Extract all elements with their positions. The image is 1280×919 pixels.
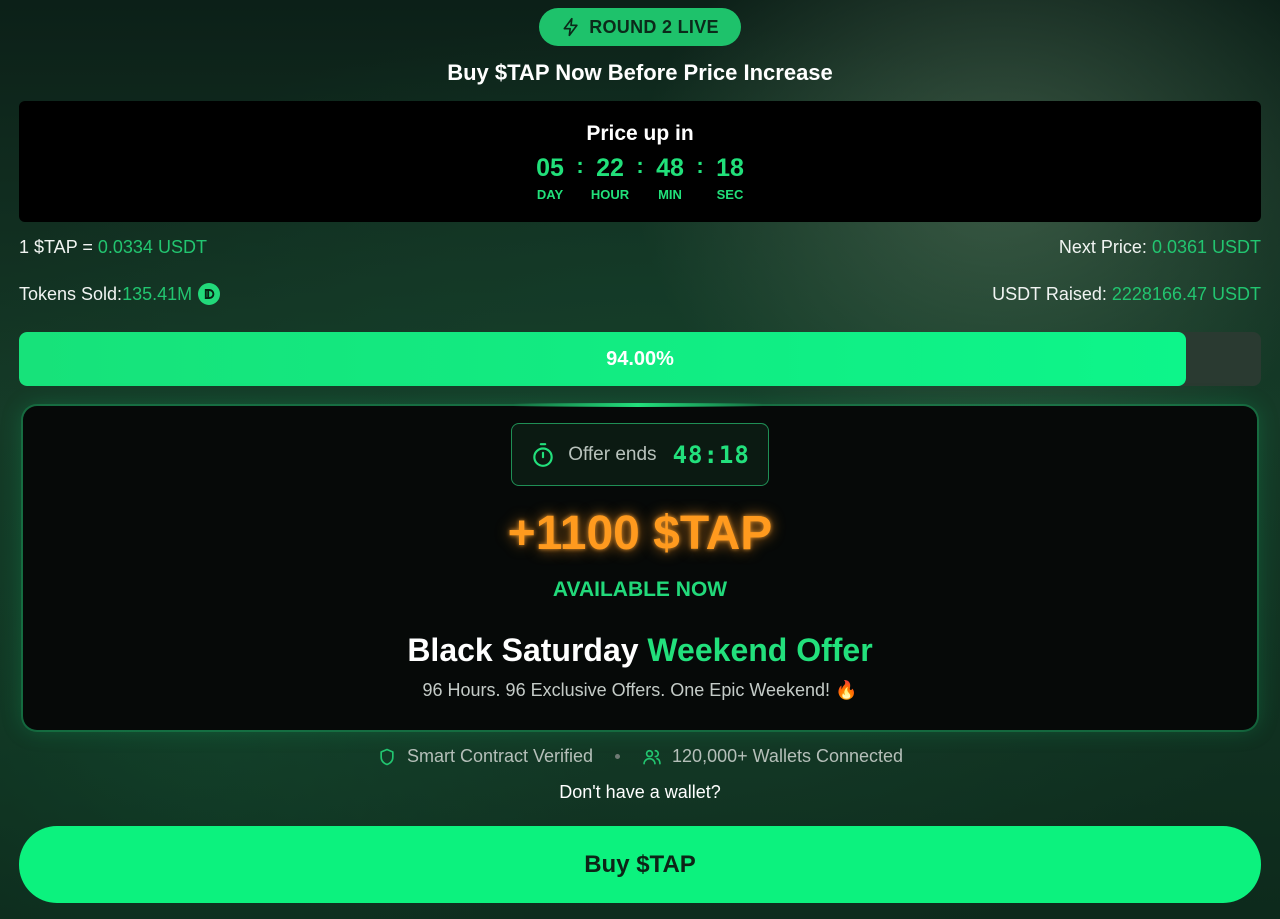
verified-item: Smart Contract Verified [377, 746, 593, 767]
countdown-hour-value: 22 [596, 154, 624, 182]
users-icon [643, 749, 661, 764]
countdown-day-label: DAY [536, 187, 564, 202]
price-countdown: Price up in 05 DAY : 22 HOUR : 48 MIN : … [19, 101, 1261, 222]
wallets-item: 120,000+ Wallets Connected [642, 746, 903, 767]
next-price: Next Price: 0.0361 USDT [1059, 237, 1261, 258]
offer-title-accent: Weekend Offer [647, 632, 873, 668]
countdown-separator: : [636, 153, 644, 178]
progress-label: 94.00% [606, 347, 674, 370]
page-headline: Buy $TAP Now Before Price Increase [447, 60, 833, 85]
current-price: 1 $TAP = 0.0334 USDT [19, 237, 207, 258]
shield-icon [380, 748, 394, 765]
usdt-raised-value: 2228166.47 USDT [1111, 283, 1261, 304]
offer-subtitle: 96 Hours. 96 Exclusive Offers. One Epic … [422, 680, 858, 700]
next-price-value: 0.0361 USDT [1151, 237, 1261, 257]
countdown-sec-label: SEC [716, 187, 744, 202]
offer-ends-label: Offer ends [568, 443, 657, 465]
separator-dot [615, 754, 621, 759]
round-live-badge: ROUND 2 LIVE [539, 8, 741, 46]
countdown-min: 48 MIN [648, 153, 692, 202]
wallets-label: 120,000+ Wallets Connected [672, 746, 904, 766]
countdown-day: 05 DAY [528, 153, 572, 202]
offer-title-main: Black Saturday [407, 632, 648, 668]
lightning-icon [563, 17, 578, 37]
weekend-offer-card: Offer ends 48:18 +1100 $TAP AVAILABLE NO… [23, 403, 1257, 730]
available-now-label: AVAILABLE NOW [552, 578, 728, 601]
current-price-value: 0.0334 USDT [97, 237, 207, 257]
sale-progress-bar: 94.00% [19, 332, 1261, 386]
countdown-sec: 18 SEC [708, 153, 752, 202]
countdown-separator: : [576, 153, 584, 178]
tokens-sold: Tokens Sold: 135.41M [19, 283, 221, 305]
countdown-units: 05 DAY : 22 HOUR : 48 MIN : 18 SEC [19, 153, 1261, 202]
offer-title: Black Saturday Weekend Offer [23, 632, 1257, 669]
buy-tap-button[interactable]: Buy $TAP [19, 826, 1261, 903]
countdown-min-label: MIN [658, 187, 682, 202]
tokens-sold-value: 135.41M [122, 283, 193, 304]
countdown-separator: : [696, 153, 704, 178]
verified-label: Smart Contract Verified [406, 746, 594, 766]
dollar-coin-icon [198, 283, 221, 305]
current-price-label: 1 $TAP = [19, 237, 98, 257]
offer-glow-line [513, 403, 763, 407]
countdown-sec-value: 18 [716, 154, 744, 182]
bonus-amount: +1100 $TAP [507, 507, 773, 560]
price-row: 1 $TAP = 0.0334 USDT Next Price: 0.0361 … [19, 237, 1261, 258]
stopwatch-icon [533, 442, 553, 467]
countdown-day-value: 05 [536, 154, 564, 182]
countdown-hour: 22 HOUR [588, 153, 632, 202]
countdown-title: Price up in [586, 122, 694, 145]
next-price-label: Next Price: [1058, 237, 1152, 257]
countdown-hour-label: HOUR [590, 187, 630, 202]
usdt-raised-label: USDT Raised: [992, 283, 1112, 304]
trust-indicators: Smart Contract Verified 120,000+ Wallets… [0, 746, 1280, 767]
round-badge-label: ROUND 2 LIVE [589, 16, 719, 37]
presale-widget: ROUND 2 LIVE Buy $TAP Now Before Price I… [0, 0, 1280, 919]
countdown-min-value: 48 [656, 154, 684, 182]
offer-ends-timer: Offer ends 48:18 [511, 423, 769, 486]
usdt-raised: USDT Raised: 2228166.47 USDT [992, 284, 1261, 305]
no-wallet-link[interactable]: Don't have a wallet? [0, 782, 1280, 803]
tokens-sold-label: Tokens Sold: [19, 283, 123, 304]
offer-ends-time: 48:18 [672, 440, 750, 469]
stats-row: Tokens Sold: 135.41M USDT Raised: 222816… [19, 283, 1261, 305]
